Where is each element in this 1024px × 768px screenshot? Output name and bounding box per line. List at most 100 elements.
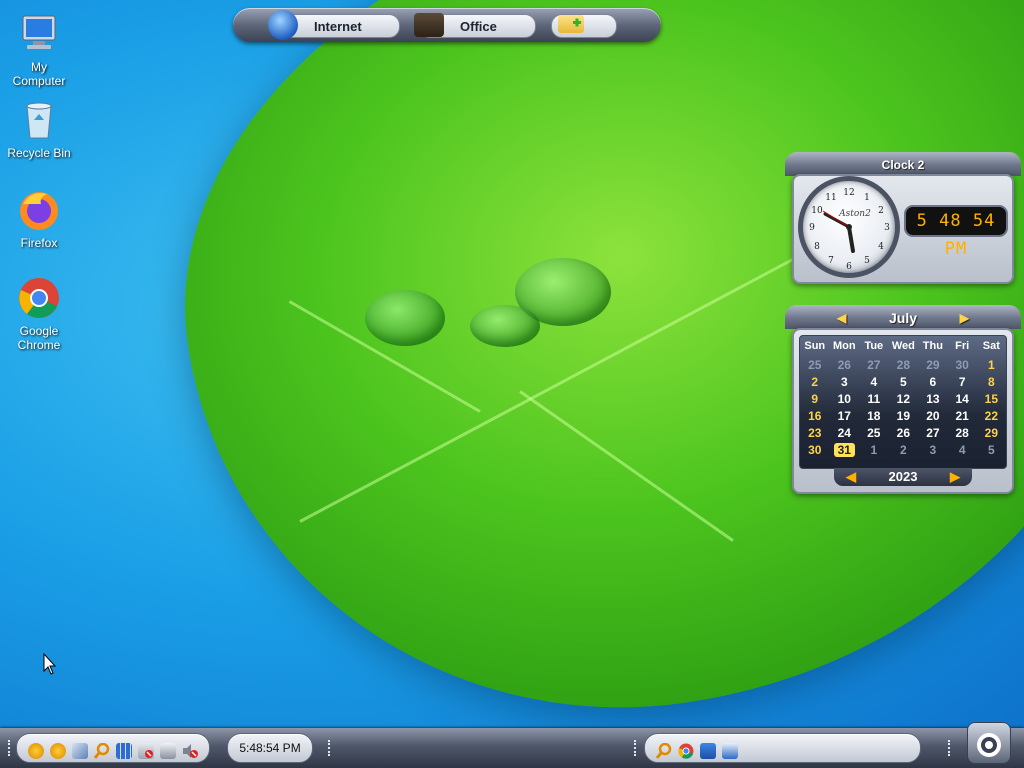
desktop-icon[interactable]: [700, 743, 716, 759]
window-icon[interactable]: [722, 743, 738, 759]
desktop-icon-label: Firefox: [20, 236, 58, 250]
desktop-icon-firefox[interactable]: Firefox: [3, 188, 75, 250]
calendar-week-row: 2 3 4 5 6 7 8: [800, 373, 1006, 390]
svg-text:2: 2: [878, 206, 884, 216]
calendar-day[interactable]: 25: [859, 424, 888, 441]
calendar-day[interactable]: 27: [918, 424, 947, 441]
start-orb-button[interactable]: [967, 722, 1011, 764]
top-launcher-bar: Internet Office: [233, 8, 661, 42]
grid-icon[interactable]: [116, 743, 132, 759]
weekday-label: Sun: [804, 340, 826, 352]
taskbar-grip[interactable]: [634, 740, 639, 756]
computer-icon: [17, 12, 61, 56]
desktop-icon-my-computer[interactable]: My Computer: [3, 12, 75, 88]
calendar-day[interactable]: 6: [918, 373, 947, 390]
network-off-icon[interactable]: [138, 743, 154, 759]
desktop-icon-recycle-bin[interactable]: Recycle Bin: [3, 98, 75, 160]
calendar-next-year-icon[interactable]: ▶: [950, 468, 960, 486]
clock-gadget-titlebar[interactable]: Clock 2: [785, 152, 1021, 176]
calendar-day[interactable]: 23: [800, 424, 830, 441]
calendar-day[interactable]: 13: [918, 390, 947, 407]
briefcase-icon: [414, 13, 444, 37]
bitcoin-icon[interactable]: [28, 743, 44, 759]
calendar-day[interactable]: 1: [859, 441, 888, 458]
calendar-day[interactable]: 30: [800, 441, 830, 458]
taskbar-time: 5:48:54 PM: [239, 741, 301, 755]
digital-clock-display: 5 48 54 PM: [904, 205, 1008, 259]
calendar-year-bar: ◀ 2023 ▶: [834, 468, 972, 486]
calendar-day[interactable]: 29: [977, 424, 1006, 441]
internet-button[interactable]: Internet: [268, 10, 400, 40]
calendar-week-row: 30 31 1 2 3 4 5: [800, 441, 1006, 458]
system-tray: [16, 733, 210, 763]
calendar-prev-year-icon[interactable]: ◀: [846, 468, 856, 486]
weekday-label: Thu: [922, 340, 943, 352]
calendar-day[interactable]: 21: [948, 407, 977, 424]
calendar-day[interactable]: 19: [889, 407, 919, 424]
weekday-label: Mon: [833, 340, 856, 352]
recycle-bin-icon: [17, 98, 61, 142]
firefox-icon: [17, 188, 61, 232]
calendar-day[interactable]: 24: [830, 424, 860, 441]
pen-icon[interactable]: [72, 743, 88, 759]
calendar-day[interactable]: 16: [800, 407, 830, 424]
calendar-day[interactable]: 12: [889, 390, 919, 407]
display-icon[interactable]: [160, 743, 176, 759]
mouse-cursor-icon: [43, 652, 57, 680]
office-button[interactable]: Office: [414, 13, 536, 38]
calendar-day[interactable]: 15: [977, 390, 1006, 407]
calendar-month: July: [888, 310, 917, 326]
calendar-day[interactable]: 20: [918, 407, 947, 424]
add-folder-button[interactable]: [551, 14, 617, 38]
calendar-day[interactable]: 11: [859, 390, 888, 407]
calendar-day[interactable]: 17: [830, 407, 860, 424]
calendar-grid: Sun Mon Tue Wed Thu Fri Sat 25 26 27 28 …: [799, 335, 1007, 469]
calendar-day[interactable]: 26: [889, 424, 919, 441]
calendar-day[interactable]: 27: [859, 356, 888, 373]
calendar-day[interactable]: 3: [918, 441, 947, 458]
desktop-icon-google-chrome[interactable]: Google Chrome: [3, 276, 75, 352]
search-icon[interactable]: [93, 742, 110, 759]
mute-icon[interactable]: [182, 743, 198, 759]
chrome-icon[interactable]: [678, 743, 694, 759]
calendar-day[interactable]: 5: [889, 373, 919, 390]
folder-add-icon: [558, 15, 584, 33]
calendar-day[interactable]: 4: [859, 373, 888, 390]
calendar-day[interactable]: 2: [889, 441, 919, 458]
water-drop: [365, 290, 445, 346]
calendar-day[interactable]: 1: [977, 356, 1006, 373]
calendar-day[interactable]: 8: [977, 373, 1006, 390]
taskbar-grip[interactable]: [328, 740, 333, 756]
svg-text:12: 12: [843, 188, 854, 198]
calendar-day[interactable]: 2: [800, 373, 830, 390]
calendar-day[interactable]: 18: [859, 407, 888, 424]
calendar-week-row: 9 10 11 12 13 14 15: [800, 390, 1006, 407]
svg-text:11: 11: [825, 193, 836, 203]
calendar-day[interactable]: 28: [889, 356, 919, 373]
calendar-day[interactable]: 5: [977, 441, 1006, 458]
calendar-week-row: 16 17 18 19 20 21 22: [800, 407, 1006, 424]
calendar-day[interactable]: 29: [918, 356, 947, 373]
svg-text:7: 7: [828, 256, 834, 266]
calendar-day[interactable]: 25: [800, 356, 830, 373]
bitcoin-icon[interactable]: [50, 743, 66, 759]
calendar-day[interactable]: 28: [948, 424, 977, 441]
calendar-day[interactable]: 3: [830, 373, 860, 390]
clock-brand: Aston2: [838, 209, 871, 219]
calendar-day[interactable]: 10: [830, 390, 860, 407]
calendar-day[interactable]: 30: [948, 356, 977, 373]
calendar-day[interactable]: 22: [977, 407, 1006, 424]
quick-launch: [644, 733, 921, 763]
search-icon[interactable]: [655, 742, 672, 759]
calendar-day-today[interactable]: 31: [830, 441, 860, 458]
calendar-day[interactable]: 4: [948, 441, 977, 458]
today-marker: 31: [833, 442, 855, 457]
calendar-day[interactable]: 26: [830, 356, 860, 373]
taskbar-clock[interactable]: 5:48:54 PM: [227, 733, 313, 763]
calendar-gadget-titlebar[interactable]: ◀ July ▶: [785, 305, 1021, 329]
taskbar-grip[interactable]: [948, 740, 953, 756]
calendar-day[interactable]: 7: [948, 373, 977, 390]
taskbar-grip[interactable]: [8, 740, 13, 756]
calendar-day[interactable]: 9: [800, 390, 830, 407]
calendar-day[interactable]: 14: [948, 390, 977, 407]
